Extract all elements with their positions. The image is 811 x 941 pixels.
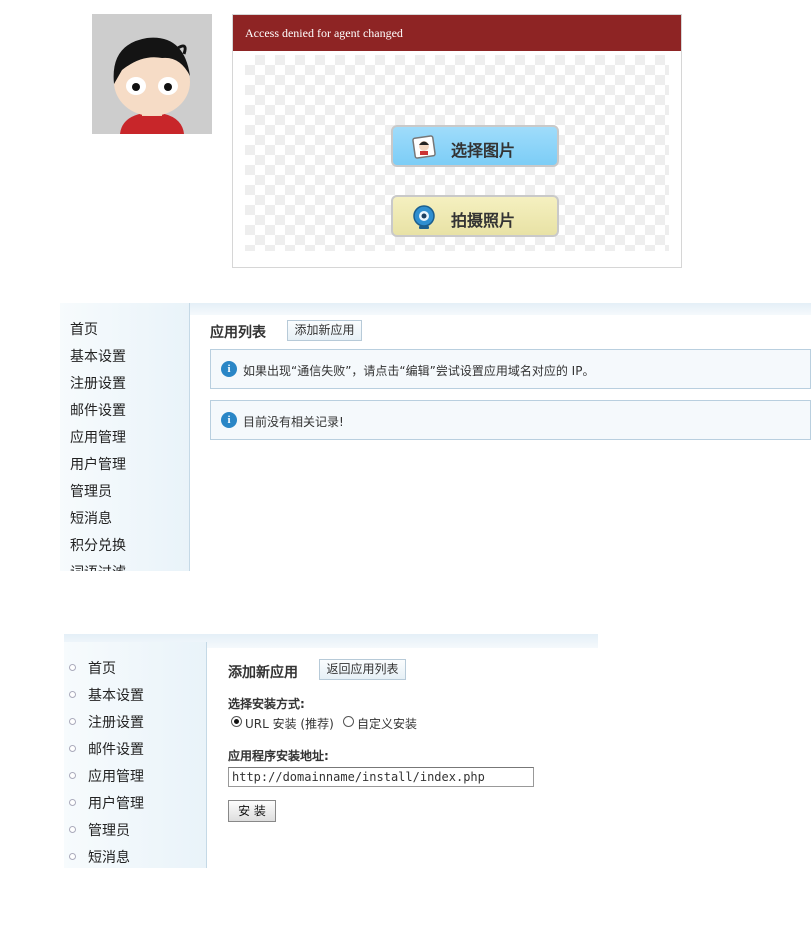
- webcam-icon: [411, 205, 437, 229]
- page-title: 应用列表: [210, 325, 266, 341]
- bullet-icon: [69, 826, 76, 833]
- sidebar-item-word-filter[interactable]: 词语过滤: [70, 562, 126, 571]
- bullet-icon: [69, 772, 76, 779]
- bullet-icon: [69, 664, 76, 671]
- avatar: [92, 14, 212, 134]
- widget-header: Access denied for agent changed: [233, 15, 681, 51]
- install-method-label: 选择安装方式:: [228, 697, 305, 711]
- preview-area: 选择图片 拍摄照片: [245, 55, 669, 251]
- sidebar-item-app-management[interactable]: 应用管理: [70, 427, 126, 447]
- sidebar-item-app-management[interactable]: 应用管理: [88, 766, 144, 786]
- install-url-label: 应用程序安装地址:: [228, 749, 329, 763]
- notice-box: i 如果出现“通信失败”，请点击“编辑”尝试设置应用域名对应的 IP。: [210, 349, 811, 389]
- sidebar: 首页 基本设置 注册设置 邮件设置 应用管理 用户管理 管理员 短消息 积分兑换…: [60, 303, 190, 571]
- notice-text: 如果出现“通信失败”，请点击“编辑”尝试设置应用域名对应的 IP。: [243, 364, 595, 378]
- empty-text: 目前没有相关记录!: [243, 415, 344, 429]
- sidebar-item-register-settings[interactable]: 注册设置: [88, 712, 144, 732]
- take-photo-button[interactable]: 拍摄照片: [391, 195, 559, 237]
- select-image-label: 选择图片: [451, 141, 516, 160]
- sidebar-item-home[interactable]: 首页: [88, 658, 116, 678]
- photo-icon: [411, 135, 437, 159]
- sidebar-item-basic-settings[interactable]: 基本设置: [88, 685, 144, 705]
- sidebar-item-mail-settings[interactable]: 邮件设置: [88, 739, 144, 759]
- back-to-list-button[interactable]: 返回应用列表: [319, 659, 406, 680]
- bullet-icon: [69, 745, 76, 752]
- sidebar-item-user-management[interactable]: 用户管理: [70, 454, 126, 474]
- radio-url-install-label[interactable]: URL 安装 (推荐): [245, 715, 334, 732]
- add-app-button[interactable]: 添加新应用: [287, 320, 362, 341]
- sidebar-item-register-settings[interactable]: 注册设置: [70, 373, 126, 393]
- empty-box: i 目前没有相关记录!: [210, 400, 811, 440]
- sidebar-item-messages[interactable]: 短消息: [88, 847, 130, 867]
- radio-custom-install[interactable]: [343, 716, 354, 727]
- bullet-icon: [69, 853, 76, 860]
- sidebar-item-home[interactable]: 首页: [70, 319, 98, 339]
- install-button[interactable]: 安 装: [228, 800, 276, 822]
- page-title: 添加新应用: [228, 665, 298, 681]
- sidebar-item-mail-settings[interactable]: 邮件设置: [70, 400, 126, 420]
- upload-widget: Access denied for agent changed 选择图片 拍摄照…: [232, 14, 682, 268]
- radio-url-install[interactable]: [231, 716, 242, 727]
- sidebar: 首页 基本设置 注册设置 邮件设置 应用管理 用户管理 管理员 短消息: [64, 642, 207, 868]
- install-url-input[interactable]: [228, 767, 534, 787]
- sidebar-item-user-management[interactable]: 用户管理: [88, 793, 144, 813]
- take-photo-label: 拍摄照片: [451, 211, 516, 230]
- bullet-icon: [69, 691, 76, 698]
- info-icon: i: [221, 412, 237, 428]
- sidebar-item-admins[interactable]: 管理员: [88, 820, 130, 840]
- radio-custom-install-label[interactable]: 自定义安装: [357, 715, 417, 732]
- sidebar-item-messages[interactable]: 短消息: [70, 508, 112, 528]
- bullet-icon: [69, 799, 76, 806]
- info-icon: i: [221, 361, 237, 377]
- sidebar-item-admins[interactable]: 管理员: [70, 481, 112, 501]
- widget-header-text: Access denied for agent changed: [245, 26, 403, 40]
- select-image-button[interactable]: 选择图片: [391, 125, 559, 167]
- bullet-icon: [69, 718, 76, 725]
- sidebar-item-credit-exchange[interactable]: 积分兑换: [70, 535, 126, 555]
- sidebar-item-basic-settings[interactable]: 基本设置: [70, 346, 126, 366]
